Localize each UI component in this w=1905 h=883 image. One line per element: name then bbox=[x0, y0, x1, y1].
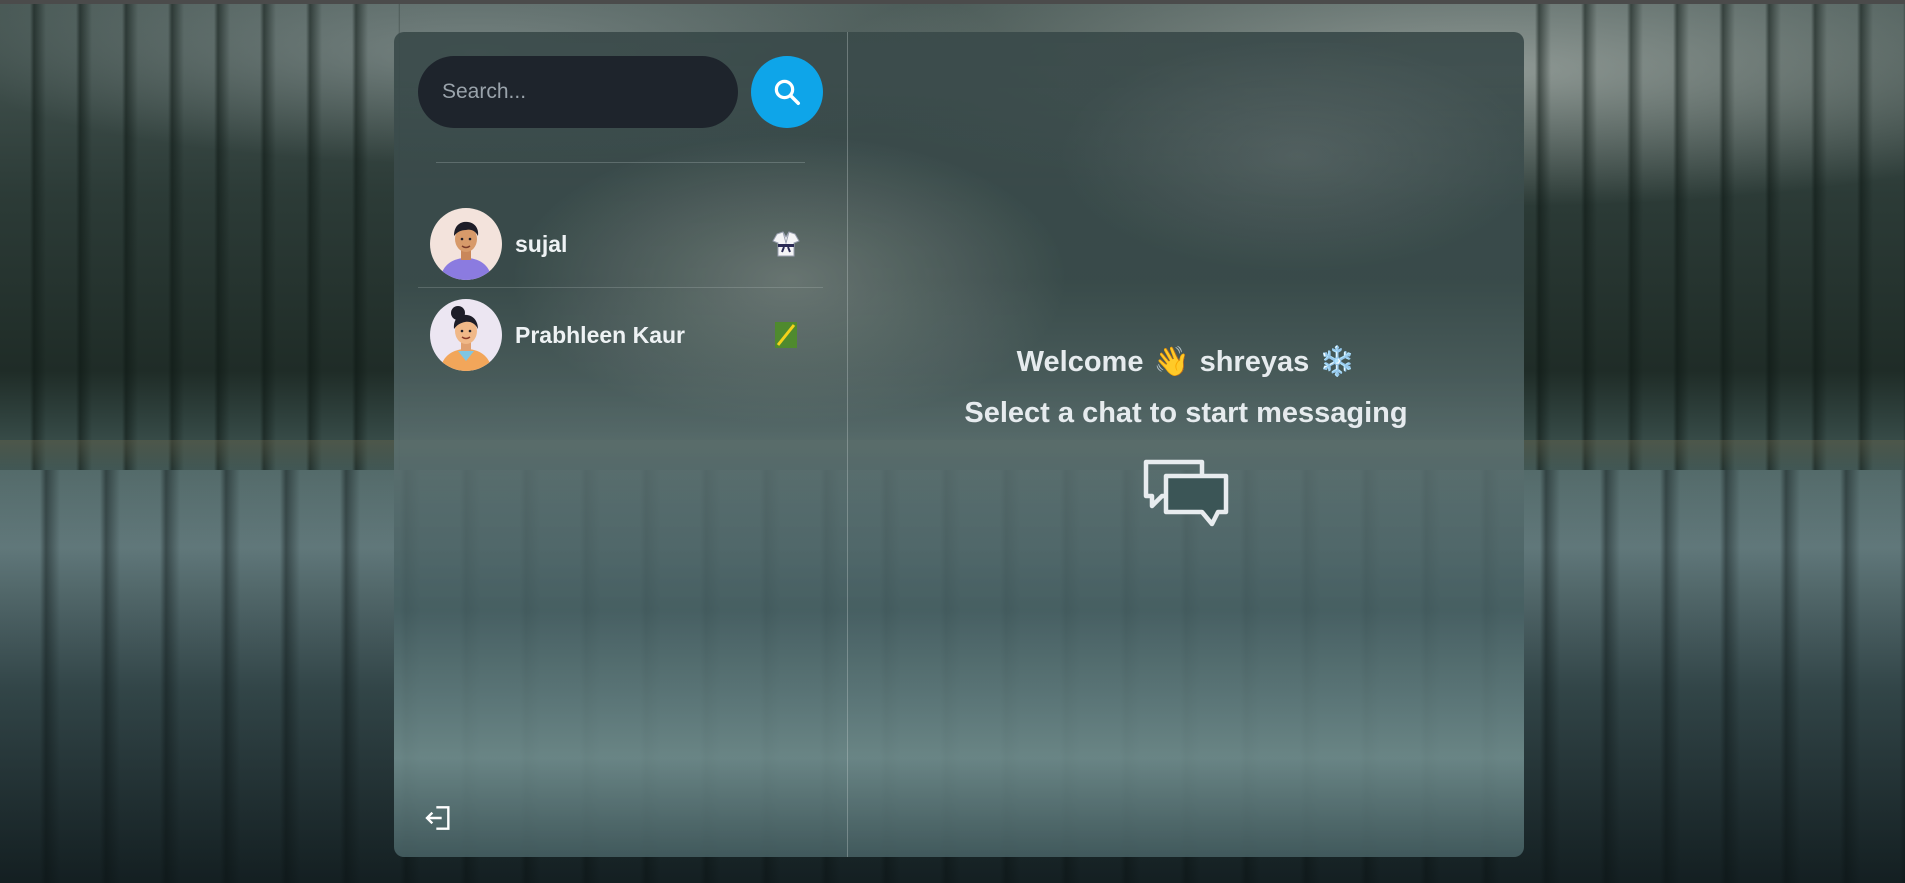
search-form bbox=[418, 56, 823, 128]
martial-arts-uniform-icon bbox=[769, 227, 803, 261]
background-trees-left bbox=[0, 0, 400, 470]
avatar bbox=[430, 208, 502, 280]
search-button[interactable] bbox=[751, 56, 823, 128]
sidebar: sujal bbox=[394, 32, 848, 857]
logout-button[interactable] bbox=[422, 801, 456, 835]
conversation-list: sujal Prabhleen Kaur bbox=[418, 205, 823, 374]
conversation-name: Prabhleen Kaur bbox=[515, 321, 685, 348]
welcome-username: shreyas bbox=[1199, 345, 1310, 378]
sidebar-divider bbox=[436, 162, 805, 163]
logout-icon bbox=[425, 806, 450, 830]
avatar bbox=[430, 299, 502, 371]
avatar-female-icon bbox=[430, 299, 502, 371]
chat-container: sujal bbox=[394, 32, 1524, 857]
conversation-separator bbox=[418, 287, 823, 288]
snowflake-emoji: ❄️ bbox=[1319, 346, 1356, 378]
conversation-name: sujal bbox=[515, 230, 568, 257]
main-pane: Welcome 👋 shreyas ❄️ Select a chat to st… bbox=[848, 32, 1524, 857]
no-chat-selected: Welcome 👋 shreyas ❄️ Select a chat to st… bbox=[964, 345, 1408, 532]
welcome-line: Welcome 👋 shreyas ❄️ bbox=[1017, 345, 1356, 379]
welcome-greeting: Welcome bbox=[1016, 345, 1144, 378]
page: sujal bbox=[0, 0, 1905, 883]
chat-bubbles-icon bbox=[1143, 459, 1229, 527]
background-trees-right bbox=[1505, 0, 1905, 470]
search-icon bbox=[774, 79, 801, 105]
search-input[interactable] bbox=[418, 56, 739, 128]
window-top-border bbox=[0, 0, 1905, 4]
wave-emoji: 👋 bbox=[1153, 346, 1190, 378]
conversation-item-sujal[interactable]: sujal bbox=[418, 205, 823, 283]
conversation-item-prabhleen-kaur[interactable]: Prabhleen Kaur bbox=[418, 296, 823, 374]
avatar-male-icon bbox=[430, 208, 502, 280]
pole-vault-icon bbox=[769, 318, 803, 352]
select-chat-hint: Select a chat to start messaging bbox=[964, 397, 1408, 429]
